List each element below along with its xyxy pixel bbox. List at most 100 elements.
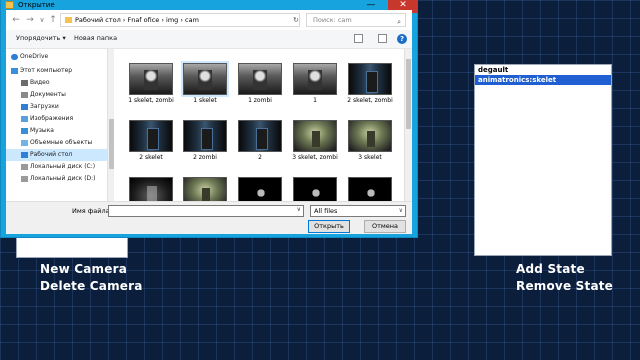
sidebar-item-label: OneDrive — [20, 53, 49, 60]
sidebar-item-label: Рабочий стол — [30, 151, 73, 158]
sidebar-item-video[interactable]: Видео — [6, 77, 107, 89]
sidebar-item-label: Документы — [30, 91, 66, 98]
sidebar-item-desktop[interactable]: Рабочий стол — [6, 149, 107, 161]
dialog-client: ← → ∨ ↑ Рабочий стол › Fnaf ofice › img … — [6, 10, 412, 234]
music-folder-icon — [21, 128, 28, 134]
remove-state-button[interactable]: Remove State — [516, 279, 613, 293]
search-input[interactable]: Поиск: cam ⌕ — [306, 13, 406, 27]
file-name: 1 skelet — [193, 97, 217, 104]
search-icon: ⌕ — [397, 18, 401, 26]
add-state-button[interactable]: Add State — [516, 262, 585, 276]
cloud-icon — [11, 54, 18, 60]
file-item[interactable]: 1 skelet, zombi — [126, 63, 176, 104]
preview-pane-icon[interactable] — [378, 34, 387, 43]
open-button[interactable]: Открыть — [308, 220, 350, 233]
documents-folder-icon — [21, 92, 28, 98]
file-name: 2 — [258, 154, 262, 161]
cancel-button[interactable]: Отмена — [364, 220, 406, 233]
file-item[interactable] — [180, 177, 230, 201]
sidebar-item-this-pc[interactable]: Этот компьютер — [6, 65, 107, 77]
search-placeholder: Поиск: cam — [313, 16, 352, 24]
delete-camera-button[interactable]: Delete Camera — [40, 279, 143, 293]
file-item[interactable] — [126, 177, 176, 201]
sidebar-item-label: Изображения — [30, 115, 74, 122]
camera-list-panel[interactable] — [16, 238, 128, 258]
scroll-thumb[interactable] — [406, 59, 411, 129]
navigation-pane: OneDrive Этот компьютер Видео Документы … — [6, 49, 107, 201]
file-type-select[interactable]: All files ∨ — [310, 205, 406, 217]
filename-label: Имя файла: — [72, 207, 112, 215]
navigation-bar: ← → ∨ ↑ Рабочий стол › Fnaf ofice › img … — [6, 10, 412, 30]
image-thumbnail — [348, 63, 392, 95]
address-bar[interactable]: Рабочий стол › Fnaf ofice › img › cam — [60, 13, 300, 27]
refresh-icon[interactable]: ↻ — [293, 16, 299, 24]
sidebar-item-downloads[interactable]: Загрузки — [6, 101, 107, 113]
up-button[interactable]: ↑ — [47, 14, 59, 26]
file-item[interactable]: 1 — [290, 63, 340, 104]
image-thumbnail — [238, 177, 282, 201]
file-item[interactable]: 2 skelet — [126, 120, 176, 161]
address-path: Рабочий стол › Fnaf ofice › img › cam — [75, 16, 199, 24]
file-item[interactable]: 2 skelet, zombi — [345, 63, 395, 104]
states-list[interactable]: degault animatronics:skelet — [474, 64, 612, 256]
folder-icon — [5, 1, 14, 9]
file-item[interactable]: 1 skelet — [180, 61, 230, 104]
file-item[interactable]: 3 skelet, zombi — [290, 120, 340, 161]
downloads-folder-icon — [21, 104, 28, 110]
sidebar-item-label: Этот компьютер — [20, 67, 73, 74]
folder-icon — [65, 17, 72, 23]
file-name: 3 skelet — [358, 154, 382, 161]
sidebar-item-3d-objects[interactable]: Объемные объекты — [6, 137, 107, 149]
sidebar-item-documents[interactable]: Документы — [6, 89, 107, 101]
image-thumbnail — [183, 120, 227, 152]
file-grid-scrollbar[interactable] — [404, 49, 412, 201]
new-folder-button[interactable]: Новая папка — [74, 34, 117, 42]
image-thumbnail — [183, 177, 227, 201]
file-name: 2 skelet, zombi — [347, 97, 393, 104]
file-item[interactable]: 1 zombi — [235, 63, 285, 104]
image-thumbnail — [238, 63, 282, 95]
file-name: 2 skelet — [139, 154, 163, 161]
file-item[interactable] — [290, 177, 340, 201]
drive-icon — [21, 164, 28, 170]
image-thumbnail — [348, 177, 392, 201]
file-item[interactable] — [345, 177, 395, 201]
sidebar-item-drive-c[interactable]: Локальный диск (C:) — [6, 161, 107, 173]
file-item[interactable] — [235, 177, 285, 201]
navigation-scrollbar[interactable] — [107, 49, 114, 201]
file-type-value: All files — [314, 207, 338, 215]
help-icon[interactable]: ? — [397, 34, 407, 44]
image-thumbnail — [238, 120, 282, 152]
video-folder-icon — [21, 80, 28, 86]
new-camera-button[interactable]: New Camera — [40, 262, 127, 276]
drive-icon — [21, 176, 28, 182]
sidebar-item-onedrive[interactable]: OneDrive — [6, 51, 107, 63]
image-thumbnail — [293, 63, 337, 95]
computer-icon — [11, 68, 18, 74]
chevron-down-icon[interactable]: ∨ — [297, 206, 301, 213]
sidebar-item-music[interactable]: Музыка — [6, 125, 107, 137]
scroll-thumb[interactable] — [109, 119, 114, 169]
file-item[interactable]: 3 skelet — [345, 120, 395, 161]
dialog-footer: Имя файла: ∨ All files ∨ Открыть Отмена — [6, 201, 412, 234]
sidebar-item-drive-d[interactable]: Локальный диск (D:) — [6, 173, 107, 185]
organize-button[interactable]: Упорядочить ▾ — [16, 34, 66, 42]
file-item[interactable]: 2 zombi — [180, 120, 230, 161]
forward-button[interactable]: → — [24, 14, 36, 26]
chevron-down-icon: ∨ — [398, 207, 403, 214]
sidebar-item-pictures[interactable]: Изображения — [6, 113, 107, 125]
file-name: 3 skelet, zombi — [292, 154, 338, 161]
3d-objects-folder-icon — [21, 140, 28, 146]
filename-input[interactable]: ∨ — [108, 205, 304, 217]
dialog-title: Открытие — [18, 1, 55, 9]
sidebar-item-label: Локальный диск (C:) — [30, 163, 96, 170]
view-options-icon[interactable] — [354, 34, 363, 43]
back-button[interactable]: ← — [10, 14, 22, 26]
image-thumbnail — [293, 120, 337, 152]
image-thumbnail — [348, 120, 392, 152]
file-item[interactable]: 2 — [235, 120, 285, 161]
state-item-animatronics-skelet[interactable]: animatronics:skelet — [475, 75, 611, 85]
sidebar-item-label: Видео — [30, 79, 50, 86]
file-name: 1 zombi — [248, 97, 272, 104]
state-item-default[interactable]: degault — [475, 65, 611, 75]
